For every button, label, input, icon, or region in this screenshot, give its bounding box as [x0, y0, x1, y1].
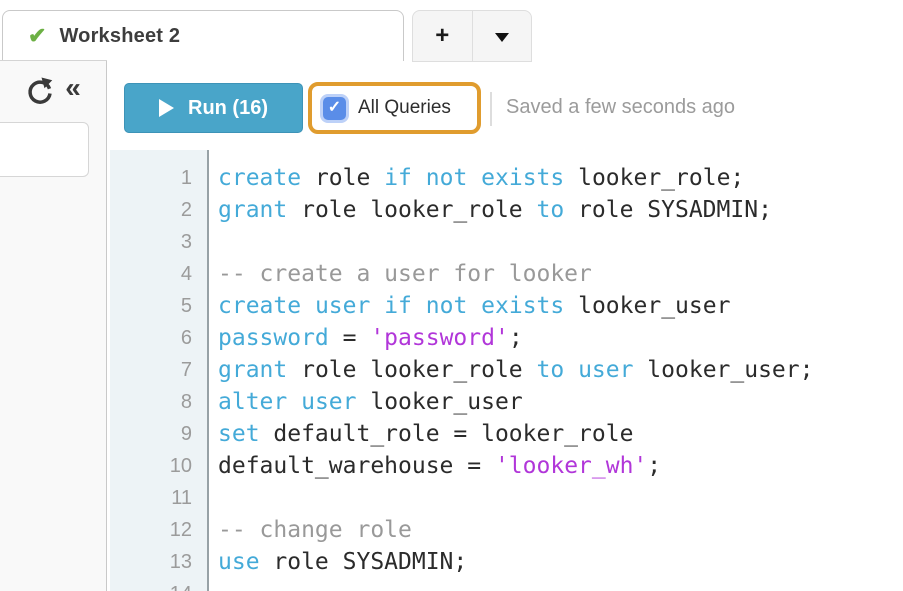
- line-number: 2: [110, 194, 207, 226]
- worksheet-app-screen: ✔ Worksheet 2 + « Run (16) ✓: [0, 0, 903, 591]
- play-icon: [159, 99, 174, 117]
- code-line: 10default_warehouse = 'looker_wh';: [110, 450, 903, 482]
- line-number: 10: [110, 450, 207, 482]
- code-text: [209, 578, 218, 591]
- code-text: set default_role = looker_role: [209, 418, 633, 450]
- code-text: password = 'password';: [209, 322, 523, 354]
- code-line: 13use role SYSADMIN;: [110, 546, 903, 578]
- code-line: 3: [110, 226, 903, 258]
- double-chevron-left-icon: «: [65, 72, 81, 103]
- worksheet-menu-button[interactable]: [473, 11, 532, 61]
- line-number: 7: [110, 354, 207, 386]
- code-line: 2grant role looker_role to role SYSADMIN…: [110, 194, 903, 226]
- code-text: grant role looker_role to user looker_us…: [209, 354, 813, 386]
- run-button-label: Run (16): [188, 97, 268, 120]
- toolbar-divider: [490, 92, 492, 126]
- line-number: 8: [110, 386, 207, 418]
- line-number: 13: [110, 546, 207, 578]
- code-text: grant role looker_role to role SYSADMIN;: [209, 194, 772, 226]
- code-line: 1create role if not exists looker_role;: [110, 162, 903, 194]
- code-line: 11: [110, 482, 903, 514]
- code-line: 14: [110, 578, 903, 591]
- all-queries-highlight-annotation: ✓ All Queries: [308, 82, 481, 134]
- code-line: 7grant role looker_role to user looker_u…: [110, 354, 903, 386]
- checkmark-icon: ✓: [328, 100, 341, 116]
- new-worksheet-button[interactable]: +: [413, 11, 473, 61]
- line-number: 4: [110, 258, 207, 290]
- caret-down-icon: [495, 33, 509, 49]
- code-text: -- change role: [209, 514, 412, 546]
- sidebar-search-box[interactable]: [0, 122, 89, 177]
- line-number: 1: [110, 162, 207, 194]
- tab-label: Worksheet 2: [59, 25, 180, 48]
- collapse-sidebar-button[interactable]: «: [56, 70, 90, 106]
- code-text: [209, 226, 218, 258]
- code-text: alter user looker_user: [209, 386, 523, 418]
- line-number: 9: [110, 418, 207, 450]
- code-text: create role if not exists looker_role;: [209, 162, 744, 194]
- line-number: 3: [110, 226, 207, 258]
- refresh-icon: [25, 76, 55, 106]
- code-text: use role SYSADMIN;: [209, 546, 467, 578]
- code-line: 5create user if not exists looker_user: [110, 290, 903, 322]
- run-button[interactable]: Run (16): [124, 83, 303, 133]
- sidebar: «: [0, 61, 107, 591]
- all-queries-checkbox[interactable]: ✓: [323, 97, 346, 120]
- line-number: 6: [110, 322, 207, 354]
- code-text: [209, 482, 218, 514]
- refresh-button[interactable]: [25, 76, 55, 106]
- line-number: 12: [110, 514, 207, 546]
- all-queries-label[interactable]: All Queries: [358, 97, 451, 119]
- tabstrip-border-left: [0, 60, 107, 61]
- code-line: 6password = 'password';: [110, 322, 903, 354]
- saved-check-icon: ✔: [28, 25, 46, 47]
- line-number: 11: [110, 482, 207, 514]
- code-text: -- create a user for looker: [209, 258, 592, 290]
- code-line: 12-- change role: [110, 514, 903, 546]
- line-number: 5: [110, 290, 207, 322]
- code-line: 4-- create a user for looker: [110, 258, 903, 290]
- worksheet-pane: Run (16) ✓ All Queries Saved a few secon…: [107, 61, 903, 591]
- code-line: 9set default_role = looker_role: [110, 418, 903, 450]
- code-line: 8alter user looker_user: [110, 386, 903, 418]
- line-number: 14: [110, 578, 207, 591]
- tab-actions-group: +: [412, 10, 532, 62]
- sql-editor[interactable]: 1create role if not exists looker_role;2…: [110, 162, 903, 591]
- code-text: default_warehouse = 'looker_wh';: [209, 450, 661, 482]
- tab-worksheet[interactable]: ✔ Worksheet 2: [2, 10, 404, 61]
- save-status-text: Saved a few seconds ago: [506, 96, 735, 119]
- code-text: create user if not exists looker_user: [209, 290, 730, 322]
